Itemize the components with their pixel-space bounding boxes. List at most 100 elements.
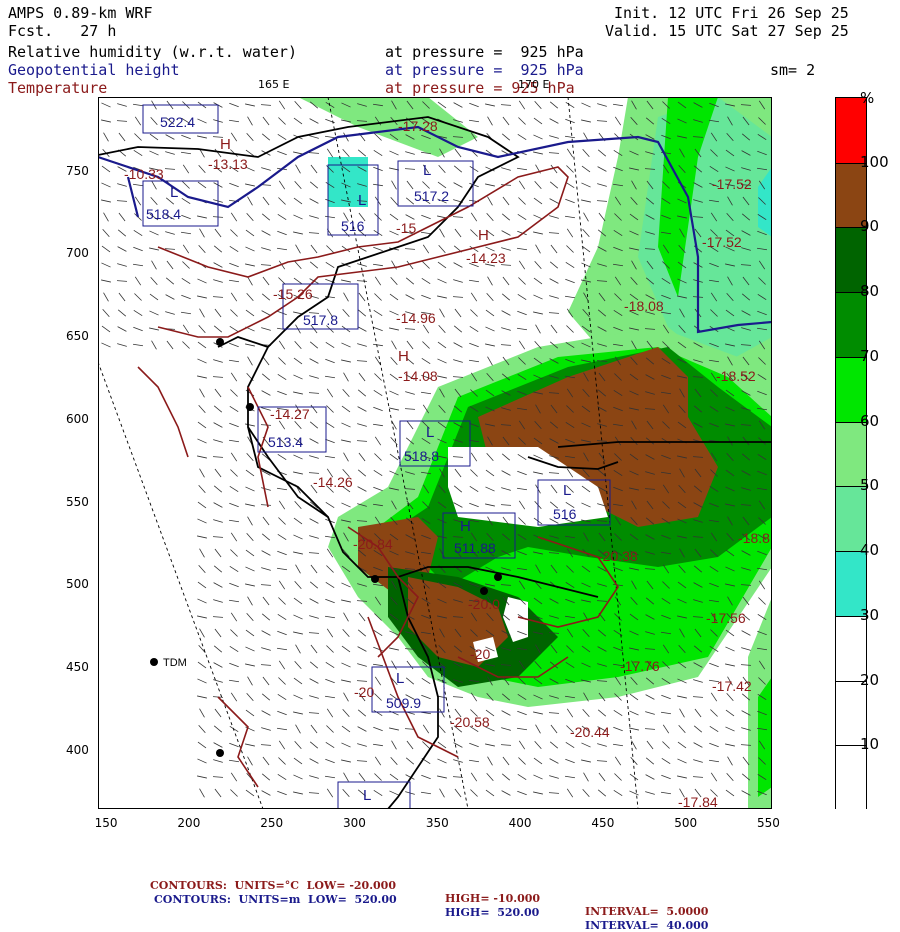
colorbar-level: 50 bbox=[860, 476, 880, 495]
wind-barb bbox=[343, 452, 349, 462]
wind-barb bbox=[325, 421, 335, 429]
wind-barb bbox=[278, 197, 286, 205]
wind-barb bbox=[309, 341, 319, 349]
wind-barb bbox=[596, 200, 608, 202]
wind-barb bbox=[134, 293, 142, 301]
wind-barb bbox=[597, 709, 607, 717]
wind-barb bbox=[260, 104, 272, 106]
wind-barb bbox=[197, 598, 207, 604]
wind-barb bbox=[343, 292, 349, 302]
wind-barb bbox=[260, 504, 272, 506]
wind-barb bbox=[260, 264, 272, 266]
wind-barb bbox=[406, 660, 414, 670]
wind-barb bbox=[406, 180, 414, 190]
wind-barb bbox=[309, 215, 319, 219]
wind-barb bbox=[389, 373, 399, 381]
wind-barb bbox=[213, 359, 223, 363]
wind-barb bbox=[326, 725, 334, 733]
wind-barb bbox=[389, 727, 399, 731]
temp-label: -17.76 bbox=[620, 658, 660, 674]
wind-barb bbox=[581, 759, 591, 763]
wind-barb bbox=[197, 455, 207, 459]
wind-barb bbox=[214, 788, 222, 798]
lon-label-170e: 170 E bbox=[518, 78, 550, 91]
temp-label: -20.38 bbox=[598, 548, 638, 564]
forecast-label: Fcst. 27 h bbox=[8, 22, 116, 40]
wind-barb bbox=[437, 358, 447, 364]
wind-barb bbox=[518, 740, 526, 750]
wind-barb bbox=[229, 582, 239, 588]
wind-barb bbox=[229, 645, 239, 653]
wind-barb bbox=[117, 326, 127, 332]
wind-barb bbox=[453, 279, 463, 283]
wind-barb bbox=[566, 788, 574, 798]
wind-barb bbox=[213, 662, 223, 668]
wind-barb bbox=[566, 165, 574, 173]
wind-barb bbox=[597, 103, 607, 107]
wind-barb bbox=[181, 214, 191, 220]
wind-barb bbox=[245, 503, 255, 507]
wind-barb bbox=[582, 228, 590, 238]
wind-barb bbox=[229, 485, 239, 493]
footer-height-contours: CONTOURS: UNITS=m LOW= 520.00 HIGH= 520.… bbox=[154, 893, 709, 932]
wind-barb bbox=[549, 278, 559, 284]
wind-barb bbox=[295, 164, 301, 174]
wind-barb bbox=[245, 343, 255, 347]
wind-barb bbox=[405, 294, 415, 300]
wind-barb bbox=[341, 599, 351, 603]
wind-barb bbox=[262, 196, 270, 206]
wind-barb bbox=[117, 246, 127, 252]
wind-barb bbox=[133, 149, 143, 157]
wind-barb bbox=[357, 326, 367, 332]
colorbar-level: 20 bbox=[860, 670, 880, 689]
wind-barb bbox=[535, 724, 541, 734]
wind-barb bbox=[534, 100, 542, 110]
wind-barb bbox=[309, 758, 319, 764]
wind-barb bbox=[246, 212, 254, 222]
wind-barb bbox=[277, 773, 287, 781]
wind-barb bbox=[439, 788, 445, 798]
wind-barb bbox=[581, 262, 591, 268]
wind-barb bbox=[692, 776, 704, 778]
wind-barb bbox=[517, 773, 527, 781]
wind-barb bbox=[341, 405, 351, 413]
wind-barb bbox=[324, 775, 336, 779]
wind-barb bbox=[309, 358, 319, 364]
wind-barb bbox=[228, 599, 240, 603]
wind-barb bbox=[229, 725, 239, 733]
wind-barb bbox=[548, 312, 560, 314]
wind-barb bbox=[501, 167, 511, 171]
wind-barb bbox=[357, 726, 367, 732]
temp-label: -17.42 bbox=[712, 678, 752, 694]
wind-barb bbox=[566, 708, 574, 718]
wind-barb bbox=[533, 117, 543, 125]
wind-barb bbox=[309, 678, 319, 684]
wind-barb bbox=[310, 244, 318, 254]
wind-barb bbox=[679, 708, 685, 718]
wind-barb bbox=[229, 502, 239, 508]
wind-barb bbox=[501, 727, 511, 731]
wind-barb bbox=[262, 756, 270, 766]
wind-barb bbox=[247, 596, 253, 606]
wind-barb bbox=[661, 774, 671, 780]
wind-barb bbox=[198, 164, 206, 174]
wind-barb bbox=[245, 646, 255, 652]
wind-barb bbox=[325, 661, 335, 669]
wind-barb bbox=[198, 404, 206, 414]
wind-barb bbox=[245, 103, 255, 107]
wind-barb bbox=[422, 724, 430, 734]
wind-barb bbox=[501, 310, 511, 316]
wind-barb bbox=[261, 647, 271, 651]
wind-barb bbox=[308, 712, 320, 714]
wind-barb bbox=[644, 728, 656, 730]
wind-barb bbox=[262, 116, 270, 126]
wind-barb bbox=[262, 516, 270, 526]
wind-barb bbox=[645, 757, 655, 765]
wind-barb bbox=[230, 549, 238, 557]
wind-barb bbox=[324, 455, 336, 459]
wind-barb bbox=[197, 295, 207, 299]
colorbar-level: 100 bbox=[860, 152, 889, 171]
wind-barb bbox=[709, 725, 719, 733]
wind-barb bbox=[278, 340, 286, 350]
wind-barb bbox=[182, 341, 190, 349]
